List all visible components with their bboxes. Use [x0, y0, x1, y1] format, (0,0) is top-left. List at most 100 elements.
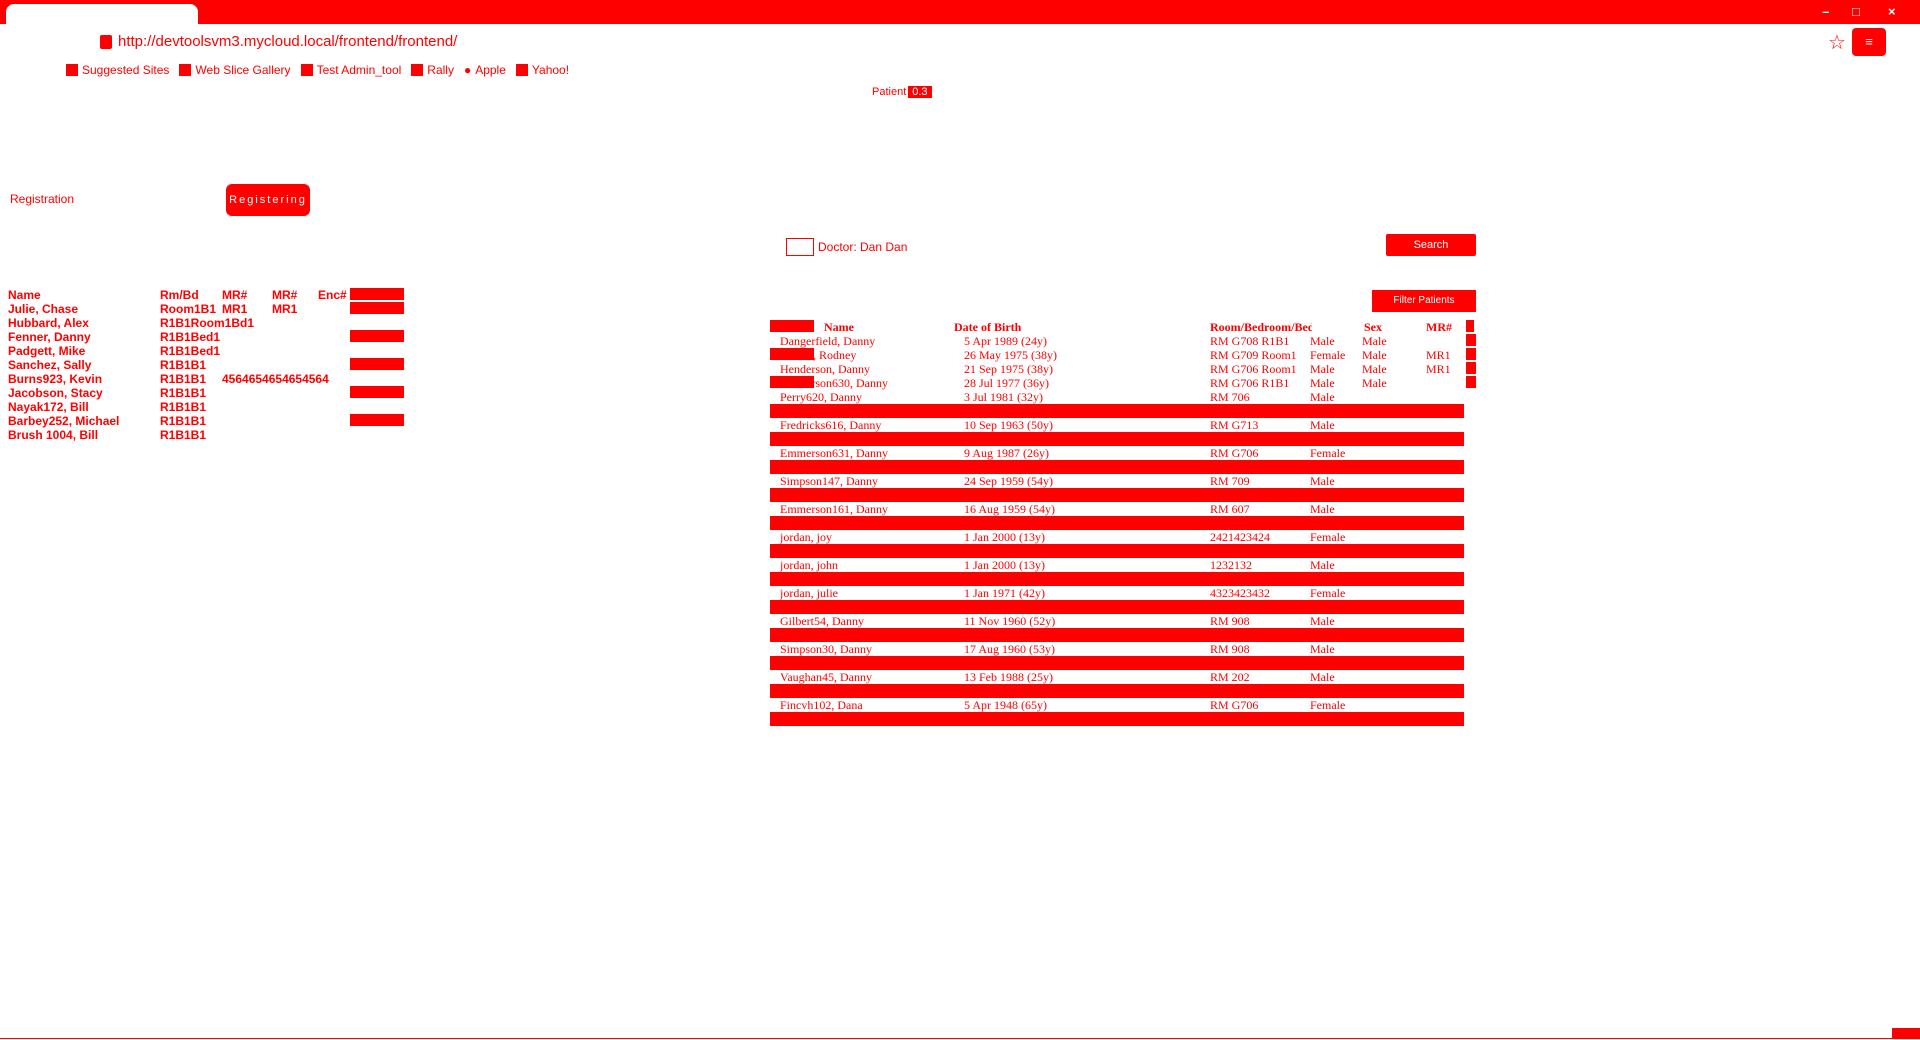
registering-button[interactable]: Registering: [226, 184, 310, 216]
header-name[interactable]: Name: [8, 288, 158, 302]
header-rm[interactable]: Rm/Bd: [160, 288, 280, 302]
bookmark-test-admin-tool[interactable]: Test Admin_tool: [300, 63, 401, 77]
header-select[interactable]: [770, 320, 814, 332]
bookmark-apple[interactable]: ● Apple: [464, 63, 506, 77]
scroll-corner: [1892, 1028, 1920, 1038]
row-action-button[interactable]: [350, 386, 404, 398]
table-row[interactable]: Simpson30, Danny 17 Aug 1960 (53y) RM 908 M…: [770, 642, 1464, 656]
browser-tab[interactable]: [6, 4, 198, 24]
patient-count-badge: Patient 0.3: [872, 86, 932, 98]
star-icon[interactable]: ☆: [1828, 30, 1846, 55]
cell-room: R1B1B1: [160, 400, 207, 414]
maximize-icon[interactable]: □: [1852, 4, 1860, 19]
header-action[interactable]: [350, 288, 404, 300]
doctor-label: Doctor: Dan Dan: [818, 240, 908, 254]
table-row[interactable]: Waters, Rodney 26 May 1975 (38y) RM G709 R…: [770, 348, 1476, 362]
filter-patients-button[interactable]: Filter Patients: [1372, 290, 1476, 312]
minimize-icon[interactable]: –: [1822, 4, 1829, 19]
cell-room: RM 202: [1210, 670, 1250, 684]
cell-dob: 5 Apr 1948 (65y): [964, 698, 1047, 712]
header-enc[interactable]: Enc#: [318, 288, 347, 302]
cell-room: RM G706 Room1: [1210, 362, 1297, 376]
cell-mr: MR1: [222, 302, 248, 316]
table-row[interactable]: Fredricks616, Danny 10 Sep 1963 (50y) RM G…: [770, 418, 1464, 432]
table-row[interactable]: Gilbert54, Danny 11 Nov 1960 (52y) RM 908 M…: [770, 614, 1464, 628]
row-action-button[interactable]: [350, 414, 404, 426]
bookmark-suggested-sites[interactable]: Suggested Sites: [66, 63, 169, 77]
registration-label: Registration: [10, 192, 75, 206]
cell-room: Room1B1: [160, 302, 217, 316]
cell-room: RM G706 R1B1: [1210, 376, 1290, 390]
row-action-button[interactable]: [350, 302, 404, 314]
row-separator: [770, 656, 1464, 670]
cell-name: Simpson30, Danny: [780, 642, 873, 656]
row-edge-button[interactable]: [1466, 376, 1476, 388]
cell-room: 4323423432: [1210, 586, 1270, 600]
cell-sex: Male: [1310, 334, 1335, 348]
bookmark-rally[interactable]: Rally: [411, 63, 454, 77]
browser-menu-button[interactable]: ≡: [1852, 28, 1886, 56]
table-row[interactable]: Vaughan45, Danny 13 Feb 1988 (25y) RM 202 M…: [770, 670, 1464, 684]
bookmark-yahoo[interactable]: Yahoo!: [515, 63, 569, 77]
header-mr[interactable]: MR#: [222, 288, 247, 302]
cell-room: RM 908: [1210, 642, 1250, 656]
cell-name: Dangerfield, Danny: [780, 334, 876, 348]
row-edge-button[interactable]: [1466, 348, 1476, 360]
table-row[interactable]: jordan, joy 1 Jan 2000 (13y) 2421423424 Fem…: [770, 530, 1464, 544]
cell-sex: Female: [1310, 446, 1346, 460]
page-icon: [515, 64, 528, 76]
row-separator: [770, 488, 1464, 502]
status-divider: [0, 1038, 1920, 1039]
cell-name: Nayak172, Bill: [8, 400, 89, 414]
cell-sex2: Male: [1362, 362, 1387, 376]
table-row[interactable]: Simpson147, Danny 24 Sep 1959 (54y) RM 709…: [770, 474, 1464, 488]
table-row[interactable]: Emmerson161, Danny 16 Aug 1959 (54y) RM 60…: [770, 502, 1464, 516]
close-icon[interactable]: ×: [1888, 4, 1896, 19]
cell-name: Gilbert54, Danny: [780, 614, 864, 628]
table-row[interactable]: Dangerfield, Danny 5 Apr 1989 (24y) RM G70…: [770, 334, 1476, 348]
row-edge-button[interactable]: [1466, 334, 1476, 346]
doctor-checkbox[interactable]: [786, 238, 814, 256]
table-row[interactable]: Emmerson631, Danny 9 Aug 1987 (26y) RM G70…: [770, 446, 1464, 460]
row-edge-button[interactable]: [1466, 362, 1476, 374]
row-action-button[interactable]: [350, 358, 404, 370]
address-bar[interactable]: http://devtoolsvm3.mycloud.local/fronten…: [118, 33, 457, 50]
badge-label: Patient: [872, 86, 907, 98]
cell-sex2: Male: [1362, 334, 1387, 348]
cell-room: RM 607: [1210, 502, 1250, 516]
table-row[interactable]: Henderson, Danny 21 Sep 1975 (38y) RM G706…: [770, 362, 1476, 376]
cell-name: Jacobson, Stacy: [8, 386, 103, 400]
table-row[interactable]: Emmerson630, Danny 28 Jul 1977 (36y) RM G7…: [770, 376, 1476, 390]
header-mr[interactable]: MR#: [1426, 320, 1452, 335]
table-row[interactable]: Perry620, Danny 3 Jul 1981 (32y) RM 706 Mal…: [770, 390, 1464, 404]
cell-dob: 16 Aug 1959 (54y): [964, 502, 1055, 516]
cell-dob: 21 Sep 1975 (38y): [964, 362, 1053, 376]
cell-name: Emmerson631, Danny: [780, 446, 888, 460]
patient-table: Name Date of Birth Room/Bedroom/Bed Sex …: [770, 320, 1476, 726]
cell-name: Waters, Rodney: [780, 348, 857, 362]
table-row[interactable]: jordan, john 1 Jan 2000 (13y) 1232132 Male: [770, 558, 1464, 572]
row-separator: [770, 544, 1464, 558]
cell-dob: 3 Jul 1981 (32y): [964, 390, 1043, 404]
cell-room: RM 706: [1210, 390, 1250, 404]
header-dob[interactable]: Date of Birth: [954, 320, 1198, 335]
cell-mr: MR1: [1426, 348, 1451, 362]
header-mr2[interactable]: MR#: [272, 288, 297, 302]
cell-dob: 5 Apr 1989 (24y): [964, 334, 1047, 348]
cell-sex2: Male: [1362, 376, 1387, 390]
header-sex[interactable]: Sex: [1364, 320, 1422, 335]
page-icon: [100, 35, 112, 49]
cell-sex2: Male: [1362, 348, 1387, 362]
table-row[interactable]: Fincvh102, Dana 5 Apr 1948 (65y) RM G706 Fe…: [770, 698, 1464, 712]
bookmark-label: Web Slice Gallery: [195, 63, 291, 77]
header-room[interactable]: Room/Bedroom/Bed: [1210, 320, 1312, 335]
cell-dob: 28 Jul 1977 (36y): [964, 376, 1049, 390]
row-separator: [770, 572, 1464, 586]
row-action-button[interactable]: [350, 330, 404, 342]
search-button[interactable]: Search: [1386, 234, 1476, 256]
cell-name: jordan, john: [780, 558, 838, 572]
cell-dob: 1 Jan 2000 (13y): [964, 530, 1045, 544]
bookmark-web-slice-gallery[interactable]: Web Slice Gallery: [179, 63, 291, 77]
cell-name: Brush 1004, Bill: [8, 428, 99, 442]
table-row[interactable]: jordan, julie 1 Jan 1971 (42y) 4323423432 F…: [770, 586, 1464, 600]
